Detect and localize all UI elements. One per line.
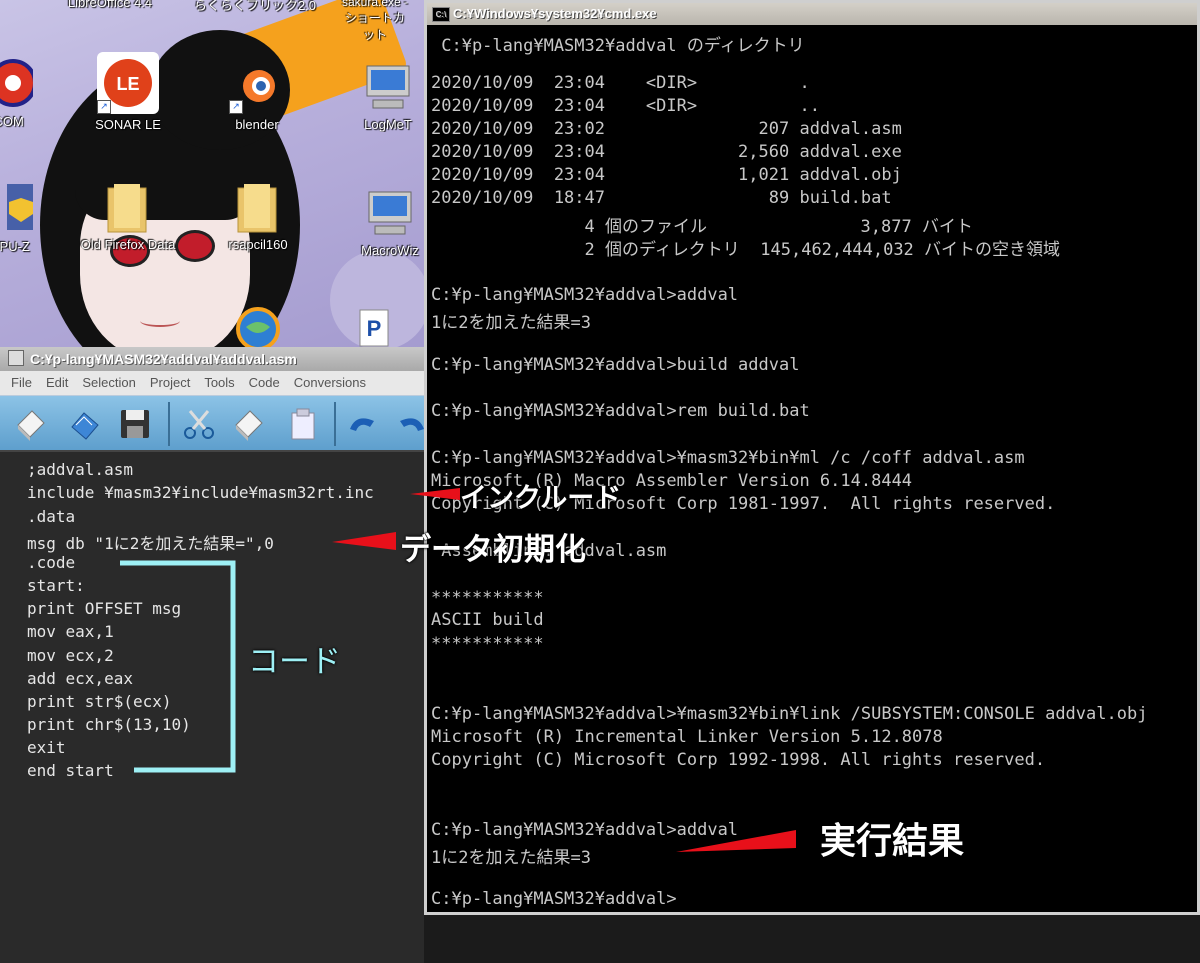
arrow-result [676, 830, 796, 852]
label-data-init: データ初期化 [400, 532, 586, 568]
bracket-code [120, 560, 236, 773]
label-code: コード [248, 644, 341, 680]
arrow-include [410, 488, 460, 500]
label-result: 実行結果 [820, 821, 965, 862]
label-include: インクルード [460, 483, 622, 514]
arrow-data-init [332, 532, 396, 550]
